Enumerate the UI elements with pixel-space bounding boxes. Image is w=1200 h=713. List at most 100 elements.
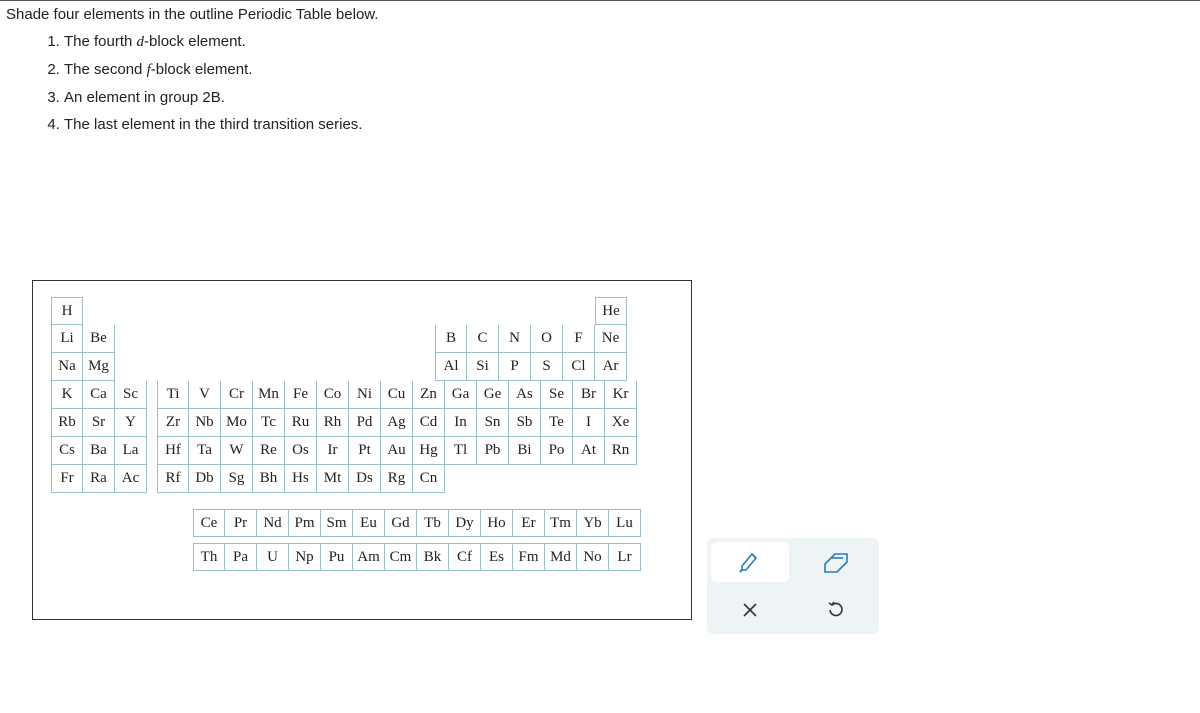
element-cell[interactable]: Cu	[381, 381, 413, 409]
element-cell[interactable]: He	[595, 297, 627, 325]
element-cell[interactable]: Re	[253, 437, 285, 465]
element-cell[interactable]: Rb	[51, 409, 83, 437]
element-cell[interactable]: Cf	[449, 543, 481, 571]
element-cell[interactable]: Lu	[609, 509, 641, 537]
element-cell[interactable]: Cs	[51, 437, 83, 465]
element-cell[interactable]: Tc	[253, 409, 285, 437]
element-cell[interactable]: P	[499, 353, 531, 381]
element-cell[interactable]: U	[257, 543, 289, 571]
element-cell[interactable]: Mo	[221, 409, 253, 437]
element-cell[interactable]: F	[563, 325, 595, 353]
element-cell[interactable]: Sg	[221, 465, 253, 493]
element-cell[interactable]: Pb	[477, 437, 509, 465]
element-cell[interactable]: Ba	[83, 437, 115, 465]
element-cell[interactable]: V	[189, 381, 221, 409]
element-cell[interactable]: Tb	[417, 509, 449, 537]
element-cell[interactable]: Ce	[193, 509, 225, 537]
element-cell[interactable]: Y	[115, 409, 147, 437]
element-cell[interactable]: Te	[541, 409, 573, 437]
element-cell[interactable]: Rf	[157, 465, 189, 493]
element-cell[interactable]: Cr	[221, 381, 253, 409]
element-cell[interactable]: N	[499, 325, 531, 353]
element-cell[interactable]: Ru	[285, 409, 317, 437]
element-cell[interactable]: Ho	[481, 509, 513, 537]
element-cell[interactable]: C	[467, 325, 499, 353]
element-cell[interactable]: Co	[317, 381, 349, 409]
element-cell[interactable]: Be	[83, 325, 115, 353]
element-cell[interactable]: Pu	[321, 543, 353, 571]
element-cell[interactable]: Ds	[349, 465, 381, 493]
element-cell[interactable]: Np	[289, 543, 321, 571]
element-cell[interactable]: Pd	[349, 409, 381, 437]
element-cell[interactable]: Ta	[189, 437, 221, 465]
element-cell[interactable]: Ga	[445, 381, 477, 409]
element-cell[interactable]: Nd	[257, 509, 289, 537]
element-cell[interactable]: Sn	[477, 409, 509, 437]
element-cell[interactable]: Eu	[353, 509, 385, 537]
element-cell[interactable]: Th	[193, 543, 225, 571]
element-cell[interactable]: Pa	[225, 543, 257, 571]
element-cell[interactable]: Bi	[509, 437, 541, 465]
element-cell[interactable]: Md	[545, 543, 577, 571]
element-cell[interactable]: Ni	[349, 381, 381, 409]
element-cell[interactable]: S	[531, 353, 563, 381]
element-cell[interactable]: Tm	[545, 509, 577, 537]
element-cell[interactable]: Mg	[83, 353, 115, 381]
element-cell[interactable]: Zr	[157, 409, 189, 437]
element-cell[interactable]: Cm	[385, 543, 417, 571]
element-cell[interactable]: Nb	[189, 409, 221, 437]
element-cell[interactable]: Sb	[509, 409, 541, 437]
element-cell[interactable]: Ne	[595, 325, 627, 353]
element-cell[interactable]: I	[573, 409, 605, 437]
element-cell[interactable]: Rn	[605, 437, 637, 465]
element-cell[interactable]: Pr	[225, 509, 257, 537]
element-cell[interactable]: Fm	[513, 543, 545, 571]
element-cell[interactable]: Mt	[317, 465, 349, 493]
element-cell[interactable]: Mn	[253, 381, 285, 409]
element-cell[interactable]: Pm	[289, 509, 321, 537]
element-cell[interactable]: Sr	[83, 409, 115, 437]
element-cell[interactable]: Si	[467, 353, 499, 381]
element-cell[interactable]: Zn	[413, 381, 445, 409]
element-cell[interactable]: K	[51, 381, 83, 409]
element-cell[interactable]: Tl	[445, 437, 477, 465]
element-cell[interactable]: Cl	[563, 353, 595, 381]
element-cell[interactable]: Rh	[317, 409, 349, 437]
element-cell[interactable]: Bh	[253, 465, 285, 493]
element-cell[interactable]: Na	[51, 353, 83, 381]
element-cell[interactable]: Fr	[51, 465, 83, 493]
element-cell[interactable]: Cd	[413, 409, 445, 437]
element-cell[interactable]: Fe	[285, 381, 317, 409]
element-cell[interactable]: Hf	[157, 437, 189, 465]
element-cell[interactable]: Es	[481, 543, 513, 571]
element-cell[interactable]: H	[51, 297, 83, 325]
element-cell[interactable]: Dy	[449, 509, 481, 537]
element-cell[interactable]: Li	[51, 325, 83, 353]
undo-button[interactable]	[793, 586, 879, 634]
element-cell[interactable]: Ag	[381, 409, 413, 437]
element-cell[interactable]: No	[577, 543, 609, 571]
element-cell[interactable]: Kr	[605, 381, 637, 409]
element-cell[interactable]: Hg	[413, 437, 445, 465]
element-cell[interactable]: Ar	[595, 353, 627, 381]
element-cell[interactable]: As	[509, 381, 541, 409]
element-cell[interactable]: Os	[285, 437, 317, 465]
close-button[interactable]	[707, 586, 793, 634]
element-cell[interactable]: Cn	[413, 465, 445, 493]
element-cell[interactable]: Ca	[83, 381, 115, 409]
element-cell[interactable]: Bk	[417, 543, 449, 571]
element-cell[interactable]: Gd	[385, 509, 417, 537]
element-cell[interactable]: Xe	[605, 409, 637, 437]
element-cell[interactable]: Er	[513, 509, 545, 537]
element-cell[interactable]: Yb	[577, 509, 609, 537]
element-cell[interactable]: Pt	[349, 437, 381, 465]
element-cell[interactable]: Hs	[285, 465, 317, 493]
element-cell[interactable]: Am	[353, 543, 385, 571]
element-cell[interactable]: O	[531, 325, 563, 353]
element-cell[interactable]: Sc	[115, 381, 147, 409]
element-cell[interactable]: Ti	[157, 381, 189, 409]
element-cell[interactable]: Ir	[317, 437, 349, 465]
element-cell[interactable]: Au	[381, 437, 413, 465]
element-cell[interactable]: Ac	[115, 465, 147, 493]
highlight-tool-button[interactable]	[711, 542, 789, 582]
